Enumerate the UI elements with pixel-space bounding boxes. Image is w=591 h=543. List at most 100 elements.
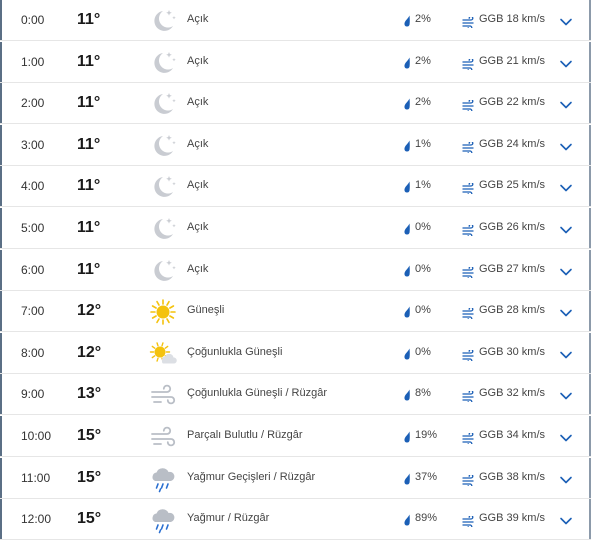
wind-direction-icon — [462, 473, 475, 489]
hour-condition: Yağmur / Rüzgâr — [187, 512, 270, 524]
sun-partly-cloudy-icon — [148, 340, 178, 368]
wind-direction-icon — [462, 431, 475, 447]
hourly-row[interactable]: 9:00 13° Çoğunlukla Güneşli / Rüzgâr 8% … — [0, 374, 591, 415]
hour-temperature: 11° — [77, 261, 101, 278]
wind-direction-icon — [462, 140, 475, 156]
hour-time: 6:00 — [21, 263, 45, 277]
hour-time: 8:00 — [21, 346, 45, 360]
raindrop-icon — [403, 139, 411, 152]
chevron-down-icon[interactable] — [559, 347, 573, 359]
precip-chance: 0% — [415, 346, 431, 358]
hour-temperature: 11° — [77, 94, 101, 111]
wind-direction-icon — [462, 15, 475, 31]
moon-stars-icon — [148, 215, 178, 243]
precip-chance: 0% — [415, 221, 431, 233]
row-left-border — [0, 208, 2, 248]
hour-condition: Parçalı Bulutlu / Rüzgâr — [187, 429, 303, 441]
hourly-row[interactable]: 4:00 11° Açık 1% GGB 25 km/s — [0, 166, 591, 207]
hourly-row[interactable]: 7:00 12° Güneşli 0% GGB 28 km/s — [0, 291, 591, 332]
chevron-down-icon[interactable] — [559, 430, 573, 442]
wind-direction-icon — [462, 181, 475, 197]
wind-icon — [148, 423, 178, 451]
wind-direction-icon — [462, 265, 475, 281]
chevron-down-icon[interactable] — [559, 97, 573, 109]
raindrop-icon — [403, 513, 411, 526]
precip-chance: 8% — [415, 387, 431, 399]
row-left-border — [0, 416, 2, 456]
precip-chance: 0% — [415, 263, 431, 275]
hour-temperature: 15° — [77, 510, 102, 527]
hourly-row[interactable]: 5:00 11° Açık 0% GGB 26 km/s — [0, 208, 591, 249]
hourly-row[interactable]: 2:00 11° Açık 2% GGB 22 km/s — [0, 83, 591, 124]
hourly-row[interactable]: 8:00 12° Çoğunlukla Güneşli 0% GGB 30 km… — [0, 333, 591, 374]
chevron-down-icon[interactable] — [559, 180, 573, 192]
hour-condition: Açık — [187, 138, 209, 150]
hourly-row[interactable]: 0:00 11° Açık 2% GGB 18 km/s — [0, 0, 591, 41]
wind-direction-icon — [462, 57, 475, 73]
hour-time: 5:00 — [21, 221, 45, 235]
hour-time: 11:00 — [21, 471, 51, 485]
hour-time: 1:00 — [21, 55, 45, 69]
wind-direction-icon — [462, 306, 475, 322]
wind-direction-icon — [462, 389, 475, 405]
chevron-down-icon[interactable] — [559, 56, 573, 68]
chevron-down-icon[interactable] — [559, 513, 573, 525]
chevron-down-icon[interactable] — [559, 472, 573, 484]
chevron-down-icon[interactable] — [559, 305, 573, 317]
hourly-row[interactable]: 10:00 15° Parçalı Bulutlu / Rüzgâr 19% G… — [0, 416, 591, 457]
raindrop-icon — [403, 180, 411, 193]
precip-chance: 2% — [415, 13, 431, 25]
hourly-row[interactable]: 12:00 15° Yağmur / Rüzgâr 89% GGB 39 km/… — [0, 499, 591, 540]
row-left-border — [0, 250, 2, 290]
row-left-border — [0, 166, 2, 206]
wind-speed: GGB 25 km/s — [479, 179, 546, 191]
row-left-border — [0, 0, 2, 40]
wind-speed: GGB 32 km/s — [479, 387, 546, 399]
wind-speed: GGB 28 km/s — [479, 304, 546, 316]
hour-condition: Açık — [187, 13, 209, 25]
chevron-down-icon[interactable] — [559, 222, 573, 234]
wind-speed: GGB 39 km/s — [479, 512, 546, 524]
chevron-down-icon[interactable] — [559, 139, 573, 151]
chevron-down-icon[interactable] — [559, 264, 573, 276]
hourly-row[interactable]: 11:00 15° Yağmur Geçişleri / Rüzgâr 37% … — [0, 458, 591, 499]
hour-temperature: 15° — [77, 469, 102, 486]
moon-stars-icon — [148, 7, 178, 35]
raindrop-icon — [403, 97, 411, 110]
row-left-border — [0, 83, 2, 123]
sun-icon — [148, 298, 178, 326]
hourly-row[interactable]: 1:00 11° Açık 2% GGB 21 km/s — [0, 42, 591, 83]
precip-chance: 89% — [415, 512, 438, 524]
raindrop-icon — [403, 264, 411, 277]
hourly-row[interactable]: 6:00 11° Açık 0% GGB 27 km/s — [0, 250, 591, 291]
raindrop-icon — [403, 472, 411, 485]
hour-condition: Açık — [187, 221, 209, 233]
hour-condition: Yağmur Geçişleri / Rüzgâr — [187, 471, 316, 483]
chevron-down-icon[interactable] — [559, 14, 573, 26]
wind-direction-icon — [462, 223, 475, 239]
wind-direction-icon — [462, 98, 475, 114]
raindrop-icon — [403, 347, 411, 360]
raindrop-icon — [403, 430, 411, 443]
wind-speed: GGB 30 km/s — [479, 346, 546, 358]
hourly-row[interactable]: 3:00 11° Açık 1% GGB 24 km/s — [0, 125, 591, 166]
hour-time: 4:00 — [21, 179, 45, 193]
hour-temperature: 15° — [77, 427, 102, 444]
row-left-border — [0, 42, 2, 82]
row-left-border — [0, 125, 2, 165]
hour-temperature: 11° — [77, 219, 101, 236]
precip-chance: 37% — [415, 471, 438, 483]
hour-condition: Açık — [187, 179, 209, 191]
hour-time: 0:00 — [21, 13, 45, 27]
hour-temperature: 13° — [77, 385, 102, 402]
hour-temperature: 12° — [77, 302, 102, 319]
raindrop-icon — [403, 388, 411, 401]
cloud-rain-icon — [148, 465, 178, 493]
hour-time: 10:00 — [21, 429, 52, 443]
chevron-down-icon[interactable] — [559, 388, 573, 400]
wind-speed: GGB 24 km/s — [479, 138, 546, 150]
wind-speed: GGB 38 km/s — [479, 471, 546, 483]
precip-chance: 0% — [415, 304, 431, 316]
row-left-border — [0, 333, 2, 373]
wind-speed: GGB 26 km/s — [479, 221, 546, 233]
